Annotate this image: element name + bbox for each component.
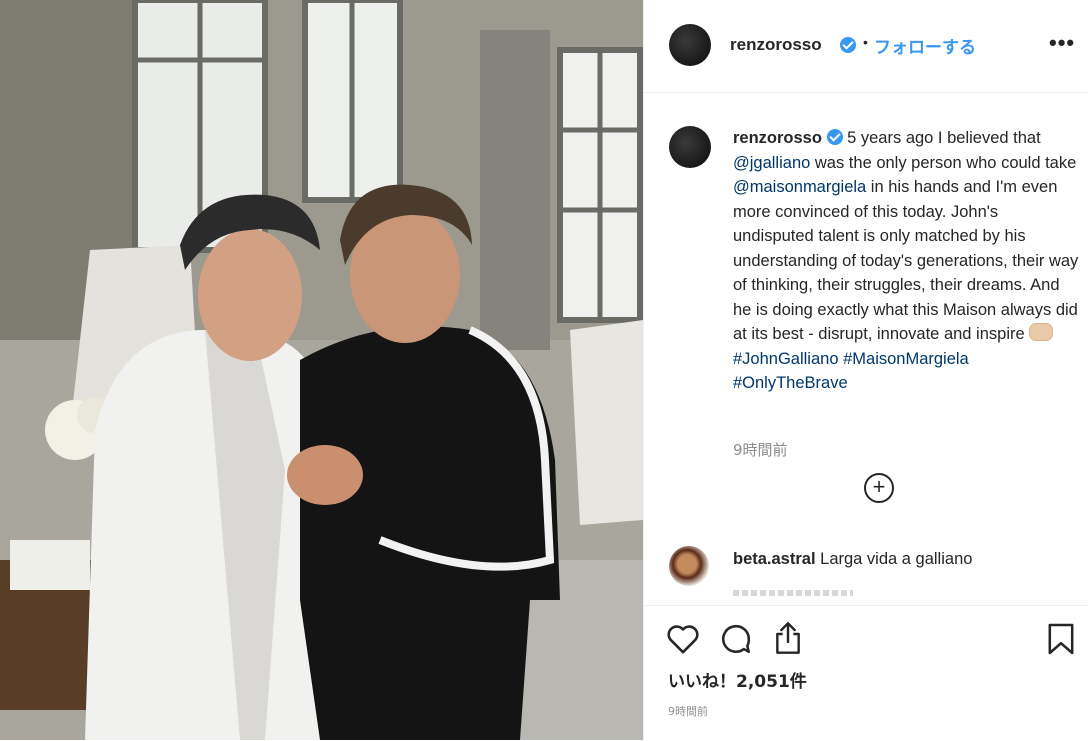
commenter-avatar[interactable] [669, 546, 709, 586]
verified-badge-icon [840, 37, 856, 53]
photo-illustration [0, 0, 643, 740]
caption-avatar[interactable] [669, 126, 711, 168]
caption-part: in his hands and I'm even more convinced… [733, 178, 1079, 343]
author-avatar[interactable] [669, 24, 711, 66]
bookmark-icon[interactable] [1047, 622, 1075, 656]
post-photo [0, 0, 643, 740]
action-bar: いいね！2,051件 9時間前 [644, 605, 1088, 741]
post-sidebar: renzorosso • フォローする ••• renzorosso 5 yea… [643, 0, 1088, 740]
share-icon[interactable] [772, 620, 804, 656]
hashtag-link[interactable]: #MaisonMargiela [843, 350, 969, 368]
commenter-username[interactable]: beta.astral [733, 550, 816, 568]
caption-username[interactable]: renzorosso [733, 129, 822, 147]
comments-section[interactable]: renzorosso 5 years ago I believed that @… [644, 92, 1088, 605]
hashtag-link[interactable]: #JohnGalliano [733, 350, 839, 368]
comment-body: Larga vida a galliano [820, 550, 973, 568]
comment-meta-cut [733, 590, 853, 596]
post-header: renzorosso • フォローする ••• [644, 0, 1088, 93]
fist-bump-emoji-icon [1029, 323, 1054, 341]
caption-verified-badge-icon [826, 129, 843, 145]
caption-text: renzorosso 5 years ago I believed that @… [733, 126, 1079, 396]
comment-icon[interactable] [719, 622, 753, 656]
caption-timestamp[interactable]: 9時間前 [733, 439, 788, 460]
post-timestamp[interactable]: 9時間前 [668, 703, 708, 719]
mention-link[interactable]: @maisonmargiela [733, 178, 866, 196]
separator-dot: • [863, 34, 868, 50]
more-options-icon[interactable]: ••• [1049, 30, 1075, 56]
likes-count[interactable]: いいね！2,051件 [668, 667, 807, 692]
mention-link[interactable]: @jgalliano [733, 154, 810, 172]
author-username[interactable]: renzorosso [730, 35, 822, 55]
hashtag-link[interactable]: #OnlyTheBrave [733, 374, 848, 392]
plus-circle-icon[interactable]: + [864, 473, 894, 503]
heart-icon[interactable] [666, 622, 700, 654]
caption-part: 5 years ago I believed that [847, 129, 1041, 147]
follow-button[interactable]: フォローする [874, 33, 976, 58]
caption-part: was the only person who could take [810, 153, 1077, 172]
comment-text: beta.astral Larga vida a galliano [733, 550, 972, 569]
